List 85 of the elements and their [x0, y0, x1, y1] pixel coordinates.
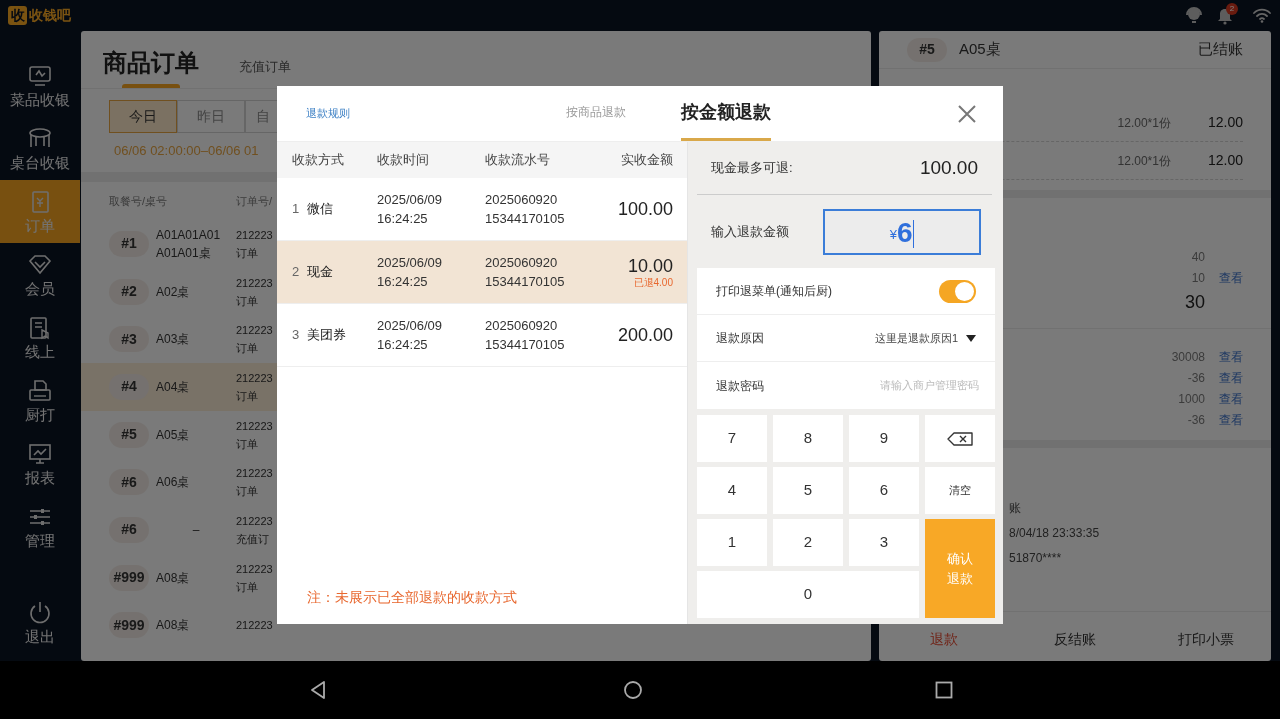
app-name: 收钱吧 [29, 5, 71, 25]
serial-number: 2025060920 15344170105 [485, 191, 566, 228]
refund-amount-label: 输入退款金额 [711, 222, 789, 241]
notification-badge: 2 [1226, 3, 1238, 15]
app-logo: 收 [8, 5, 27, 25]
order-type: 订单 [236, 341, 259, 357]
order-type: 订单 [236, 388, 259, 404]
serial-number: 2025060920 15344170105 [485, 317, 566, 354]
received-amount: 10.00 [627, 255, 673, 277]
refund-password-label: 退款密码 [716, 377, 764, 395]
table-name: A04桌 [156, 378, 191, 396]
column-header: 收款流水号 [485, 151, 551, 170]
order-number: 212223 [236, 618, 273, 634]
table-name: A08桌 [156, 569, 191, 587]
pickup-number: #2 [109, 278, 149, 305]
payment-method: 美团券 [307, 326, 347, 345]
order-number: 212223 [236, 513, 273, 529]
order-type: 订单 [236, 579, 259, 595]
amount-value: -36 [1187, 369, 1205, 387]
amount-value: 1000 [1178, 390, 1205, 408]
table-name: A01A01A01 A01A01桌 [156, 226, 222, 262]
order-type: 充值订 [236, 531, 270, 547]
order-type: 订单 [236, 484, 259, 500]
item-amount: 12.00 [1207, 113, 1243, 132]
amount-value: -36 [1187, 411, 1205, 429]
pickup-number: #999 [109, 612, 149, 639]
item-amount: 12.00 [1207, 151, 1243, 170]
pickup-number: #4 [109, 373, 149, 400]
pickup-number: #999 [109, 564, 149, 591]
order-number: 212223 [236, 275, 273, 291]
refunded-amount: 已退4.00 [633, 277, 673, 289]
print-toggle-label: 打印退菜单(通知后厨) [716, 283, 832, 300]
info-text: 8/04/18 23:33:35 [1009, 525, 1101, 542]
pickup-number: #5 [109, 421, 149, 448]
payment-date: 2025/06/09 [377, 317, 444, 335]
item-quantity-price: 12.00*1份 [1117, 114, 1171, 132]
order-number: 212223 [236, 227, 273, 243]
table-name: A05桌 [156, 426, 191, 444]
payment-time: 16:24:25 [377, 336, 429, 354]
pickup-number: #6 [109, 516, 149, 543]
amount-value: 10 [1191, 269, 1205, 287]
refund-note: 注：未展示已全部退款的收款方式 [307, 588, 518, 607]
table-name: A03桌 [156, 331, 191, 349]
pickup-number: #1 [109, 230, 149, 257]
table-name: A08桌 [156, 617, 191, 635]
serial-number: 2025060920 15344170105 [485, 254, 566, 291]
order-type: 订单 [236, 293, 259, 309]
order-number: 212223 [236, 466, 273, 482]
payment-date: 2025/06/09 [377, 191, 444, 209]
info-text: 51870**** [1009, 550, 1063, 567]
table-name: A06桌 [156, 474, 191, 492]
row-index: 2 [292, 263, 300, 282]
payment-time: 16:24:25 [377, 273, 429, 291]
order-status: 已结账 [1198, 39, 1243, 60]
order-number: 212223 [236, 323, 273, 339]
payment-time: 16:24:25 [377, 210, 429, 228]
max-refund-value: 100.00 [919, 155, 978, 180]
order-type: 订单 [236, 245, 259, 261]
max-refund-label: 现金最多可退: [711, 159, 793, 178]
received-amount: 100.00 [617, 198, 673, 220]
amount-value: 40 [1191, 248, 1205, 266]
pickup-number: #6 [109, 469, 149, 496]
row-index: 1 [292, 200, 300, 219]
item-quantity-price: 12.00*1份 [1117, 152, 1171, 170]
total-value: 30 [1184, 290, 1205, 314]
received-amount: 200.00 [617, 324, 673, 346]
info-text: 账 [1009, 500, 1022, 517]
column-header: 收款方式 [292, 151, 345, 170]
payment-method: 现金 [307, 263, 334, 282]
pickup-number: #3 [109, 326, 149, 353]
amount-value: 30008 [1171, 348, 1205, 366]
column-header: 收款时间 [377, 151, 430, 170]
order-number: 212223 [236, 418, 273, 434]
table-name: – [191, 521, 201, 539]
pickup-number: #5 [907, 37, 947, 62]
order-type: 订单 [236, 436, 259, 452]
order-number: 212223 [236, 370, 273, 386]
table-name: A05桌 [959, 39, 1001, 60]
payment-date: 2025/06/09 [377, 254, 444, 272]
table-name: A02桌 [156, 283, 191, 301]
column-header: 实收金额 [621, 151, 673, 170]
row-index: 3 [292, 326, 300, 345]
payment-method: 微信 [307, 200, 334, 219]
order-number: 212223 [236, 561, 273, 577]
refund-reason-label: 退款原因 [716, 330, 764, 347]
